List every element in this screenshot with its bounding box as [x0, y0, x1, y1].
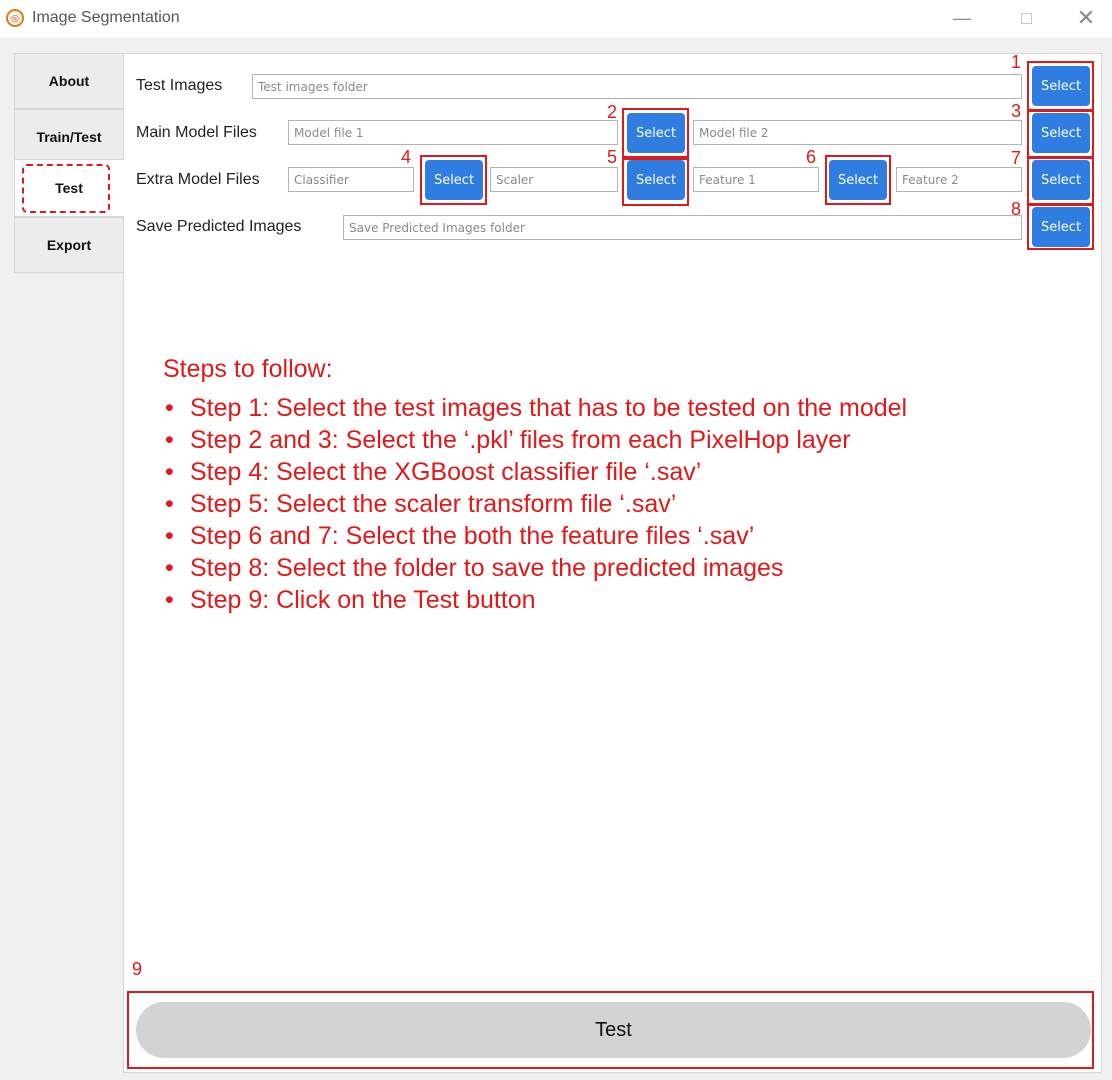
test-images-field[interactable]: Test images folder: [252, 74, 1022, 99]
tab-about[interactable]: About: [14, 53, 124, 109]
scaler-field[interactable]: Scaler: [490, 167, 618, 192]
close-button[interactable]: ✕: [1066, 4, 1106, 32]
select-scaler-button[interactable]: Select: [627, 160, 685, 200]
tab-train-test[interactable]: Train/Test: [14, 109, 124, 165]
annotation-number-1: 1: [1011, 52, 1022, 72]
feature-2-field[interactable]: Feature 2: [896, 167, 1022, 192]
annotation-number-2: 2: [607, 102, 618, 122]
save-predicted-field[interactable]: Save Predicted Images folder: [343, 215, 1022, 240]
select-model-file-1-button[interactable]: Select: [627, 113, 685, 153]
select-classifier-button[interactable]: Select: [425, 160, 483, 200]
feature-1-field[interactable]: Feature 1: [693, 167, 819, 192]
test-button[interactable]: Test: [136, 1002, 1091, 1058]
steps-list: Step 1: Select the test images that has …: [163, 392, 907, 616]
annotation-number-9: 9: [132, 959, 143, 979]
select-model-file-2-button[interactable]: Select: [1032, 113, 1090, 153]
maximize-button[interactable]: [1006, 4, 1046, 32]
step-item: Step 8: Select the folder to save the pr…: [163, 552, 907, 584]
save-predicted-label: Save Predicted Images: [136, 218, 302, 235]
step-item: Step 1: Select the test images that has …: [163, 392, 907, 424]
annotation-number-5: 5: [607, 147, 618, 167]
model-file-1-field[interactable]: Model file 1: [288, 120, 618, 145]
maximize-icon: [1020, 12, 1032, 24]
step-item: Step 9: Click on the Test button: [163, 584, 907, 616]
steps-instructions: Steps to follow: Step 1: Select the test…: [163, 355, 907, 616]
step-item: Step 6 and 7: Select the both the featur…: [163, 520, 907, 552]
step-item: Step 2 and 3: Select the ‘.pkl’ files fr…: [163, 424, 907, 456]
model-file-2-field[interactable]: Model file 2: [693, 120, 1022, 145]
annotation-number-4: 4: [401, 147, 412, 167]
main-model-files-label: Main Model Files: [136, 124, 257, 141]
test-images-label: Test Images: [136, 77, 223, 94]
tab-test[interactable]: Test: [14, 159, 124, 217]
classifier-field[interactable]: Classifier: [288, 167, 414, 192]
select-save-folder-button[interactable]: Select: [1032, 207, 1090, 247]
annotation-number-8: 8: [1011, 199, 1022, 219]
window-title: Image Segmentation: [32, 9, 180, 26]
tab-export[interactable]: Export: [14, 217, 124, 273]
annotation-number-7: 7: [1011, 148, 1022, 168]
logo-icon: ◎: [6, 9, 24, 27]
steps-heading: Steps to follow:: [163, 355, 333, 383]
select-test-images-button[interactable]: Select: [1032, 66, 1090, 106]
select-feature-1-button[interactable]: Select: [829, 160, 887, 200]
select-feature-2-button[interactable]: Select: [1032, 160, 1090, 200]
step-item: Step 4: Select the XGBoost classifier fi…: [163, 456, 907, 488]
title-bar: ◎ Image Segmentation — ✕: [0, 0, 1112, 38]
annotation-number-3: 3: [1011, 101, 1022, 121]
minimize-button[interactable]: —: [942, 4, 982, 32]
step-item: Step 5: Select the scaler transform file…: [163, 488, 907, 520]
annotation-number-6: 6: [806, 147, 817, 167]
extra-model-files-label: Extra Model Files: [136, 171, 260, 188]
